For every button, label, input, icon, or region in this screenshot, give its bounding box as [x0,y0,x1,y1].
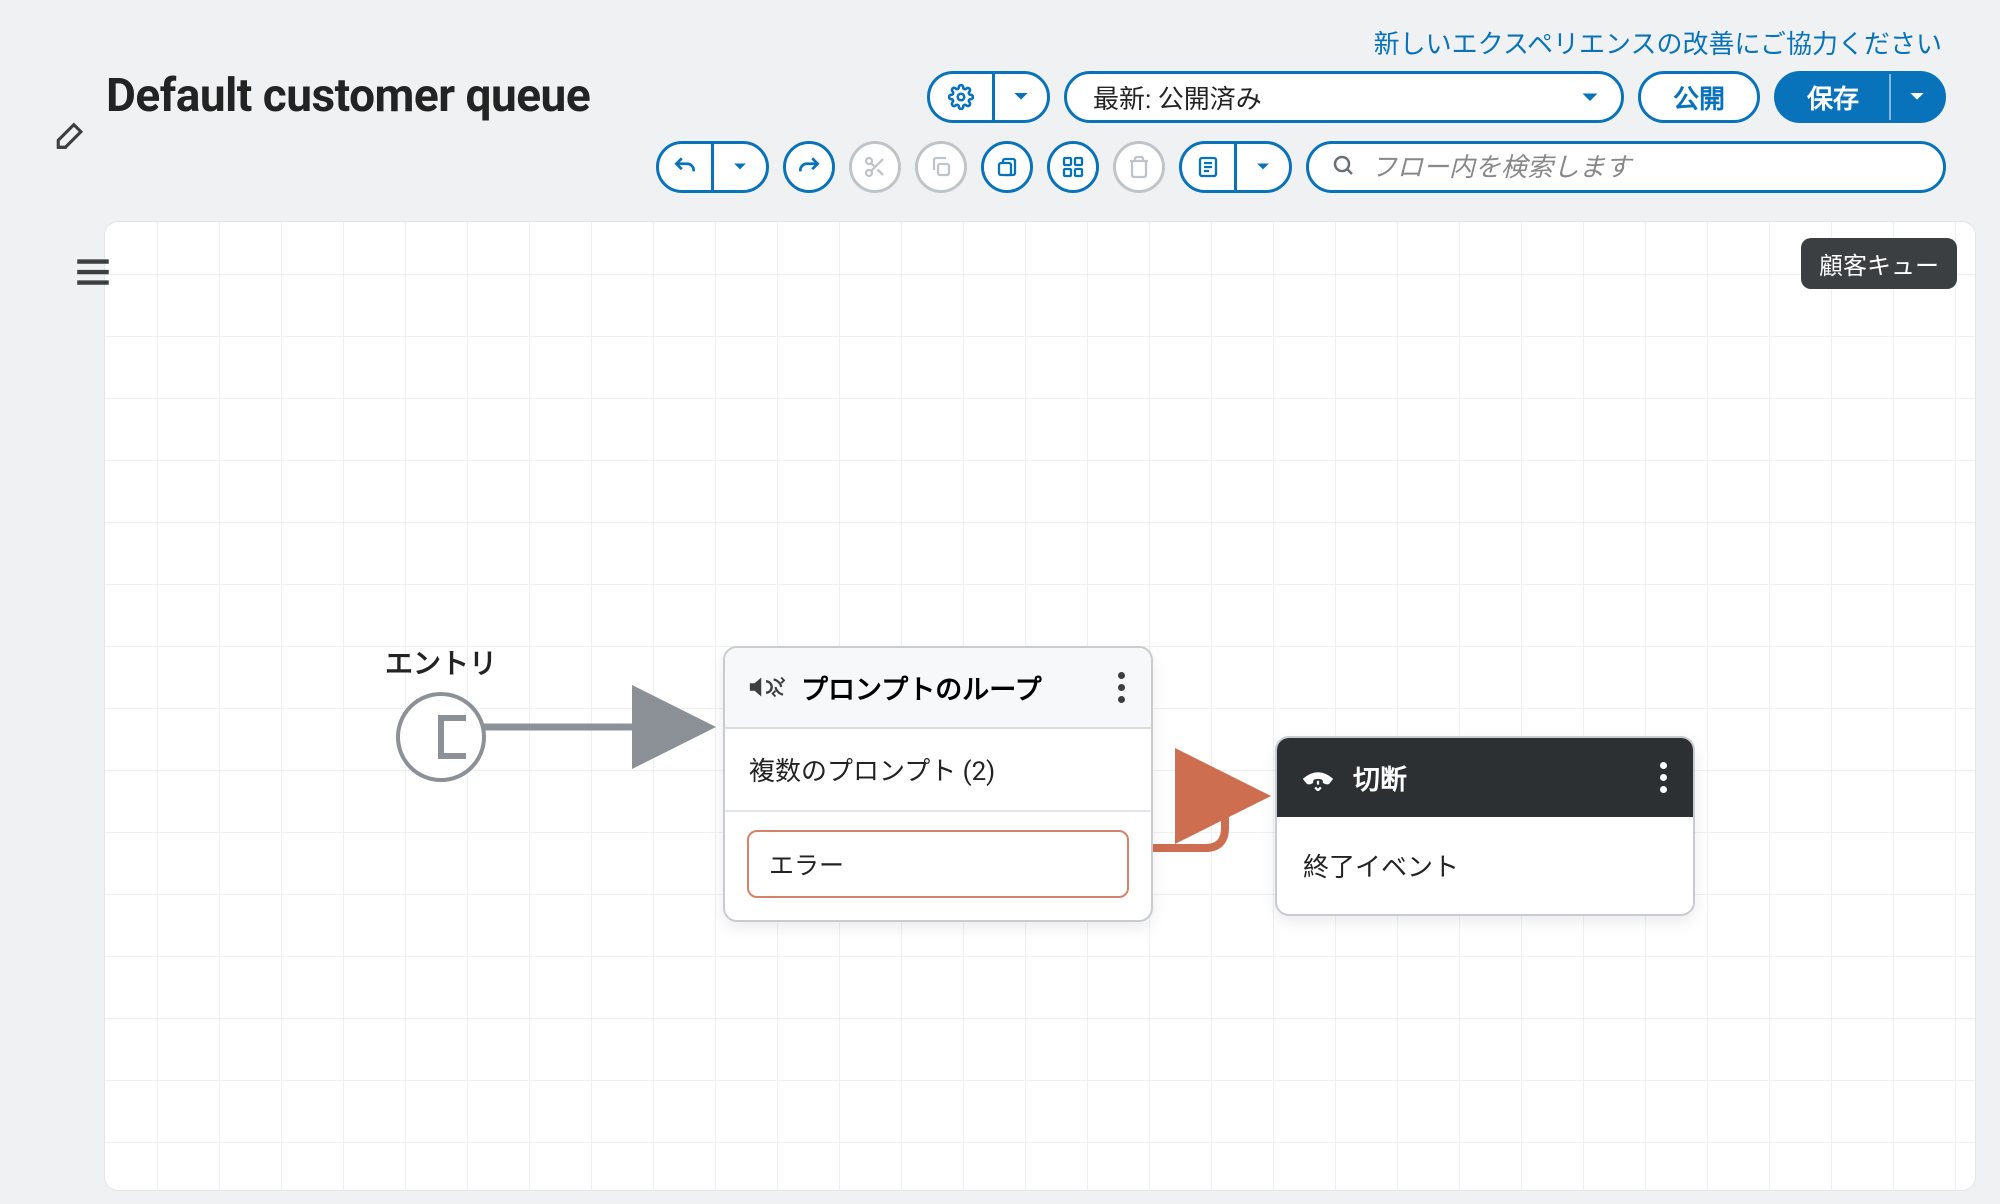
disconnect-block-header[interactable]: 切断 [1277,738,1693,817]
notes-group[interactable] [1179,141,1292,193]
entry-start-icon[interactable] [396,692,486,782]
sidebar-toggle-icon[interactable] [72,251,114,297]
search-input[interactable] [1371,152,1921,183]
delete-icon [1113,141,1165,193]
cut-icon [849,141,901,193]
publish-button[interactable]: 公開 [1638,71,1760,123]
flow-canvas[interactable]: 顧客キュー エントリ [104,221,1976,1191]
save-button-group[interactable]: 保存 [1774,71,1946,123]
disconnect-block-subtitle: 終了イベント [1277,817,1693,914]
arrange-icon[interactable] [1047,141,1099,193]
loop-block-title: プロンプトのループ [801,668,1098,707]
edit-title-icon[interactable] [54,119,88,153]
disconnect-block[interactable]: 切断 終了イベント [1275,736,1695,916]
search-icon [1331,153,1355,181]
flow-type-badge: 顧客キュー [1801,238,1957,289]
title-area: Default customer queue [54,71,590,153]
page-title: Default customer queue [106,71,590,122]
undo-group[interactable] [656,141,769,193]
version-dropdown[interactable]: 最新: 公開済み [1064,71,1624,123]
disconnect-block-title: 切断 [1353,758,1640,797]
loop-block-error-output[interactable]: エラー [747,830,1129,898]
settings-menu[interactable] [927,71,1050,123]
audio-loop-icon [747,673,785,703]
loop-block-more-icon[interactable] [1114,668,1129,707]
entry-node[interactable]: エントリ [385,642,497,782]
version-selected-label: 最新: 公開済み [1093,79,1262,116]
redo-icon[interactable] [783,141,835,193]
save-button[interactable]: 保存 [1777,74,1889,120]
gear-icon[interactable] [930,74,992,120]
feedback-link[interactable]: 新しいエクスペリエンスの改善にご協力ください [54,24,1946,61]
undo-icon[interactable] [659,144,711,190]
undo-caret-icon[interactable] [714,144,766,190]
settings-caret-icon[interactable] [995,74,1047,120]
hangup-icon [1299,763,1337,793]
entry-label: エントリ [385,642,497,682]
flow-search[interactable] [1306,141,1946,193]
disangup-block-more-icon[interactable] [1656,758,1671,797]
loop-prompts-block[interactable]: プロンプトのループ 複数のプロンプト (2) エラー [723,646,1153,922]
copy-icon [915,141,967,193]
save-caret-icon[interactable] [1891,74,1943,120]
loop-block-prompt-row[interactable]: 複数のプロンプト (2) [725,729,1151,812]
chevron-down-icon [1581,82,1599,112]
notes-icon[interactable] [1182,144,1234,190]
notes-caret-icon[interactable] [1237,144,1289,190]
loop-block-header[interactable]: プロンプトのループ [725,648,1151,729]
paste-icon[interactable] [981,141,1033,193]
